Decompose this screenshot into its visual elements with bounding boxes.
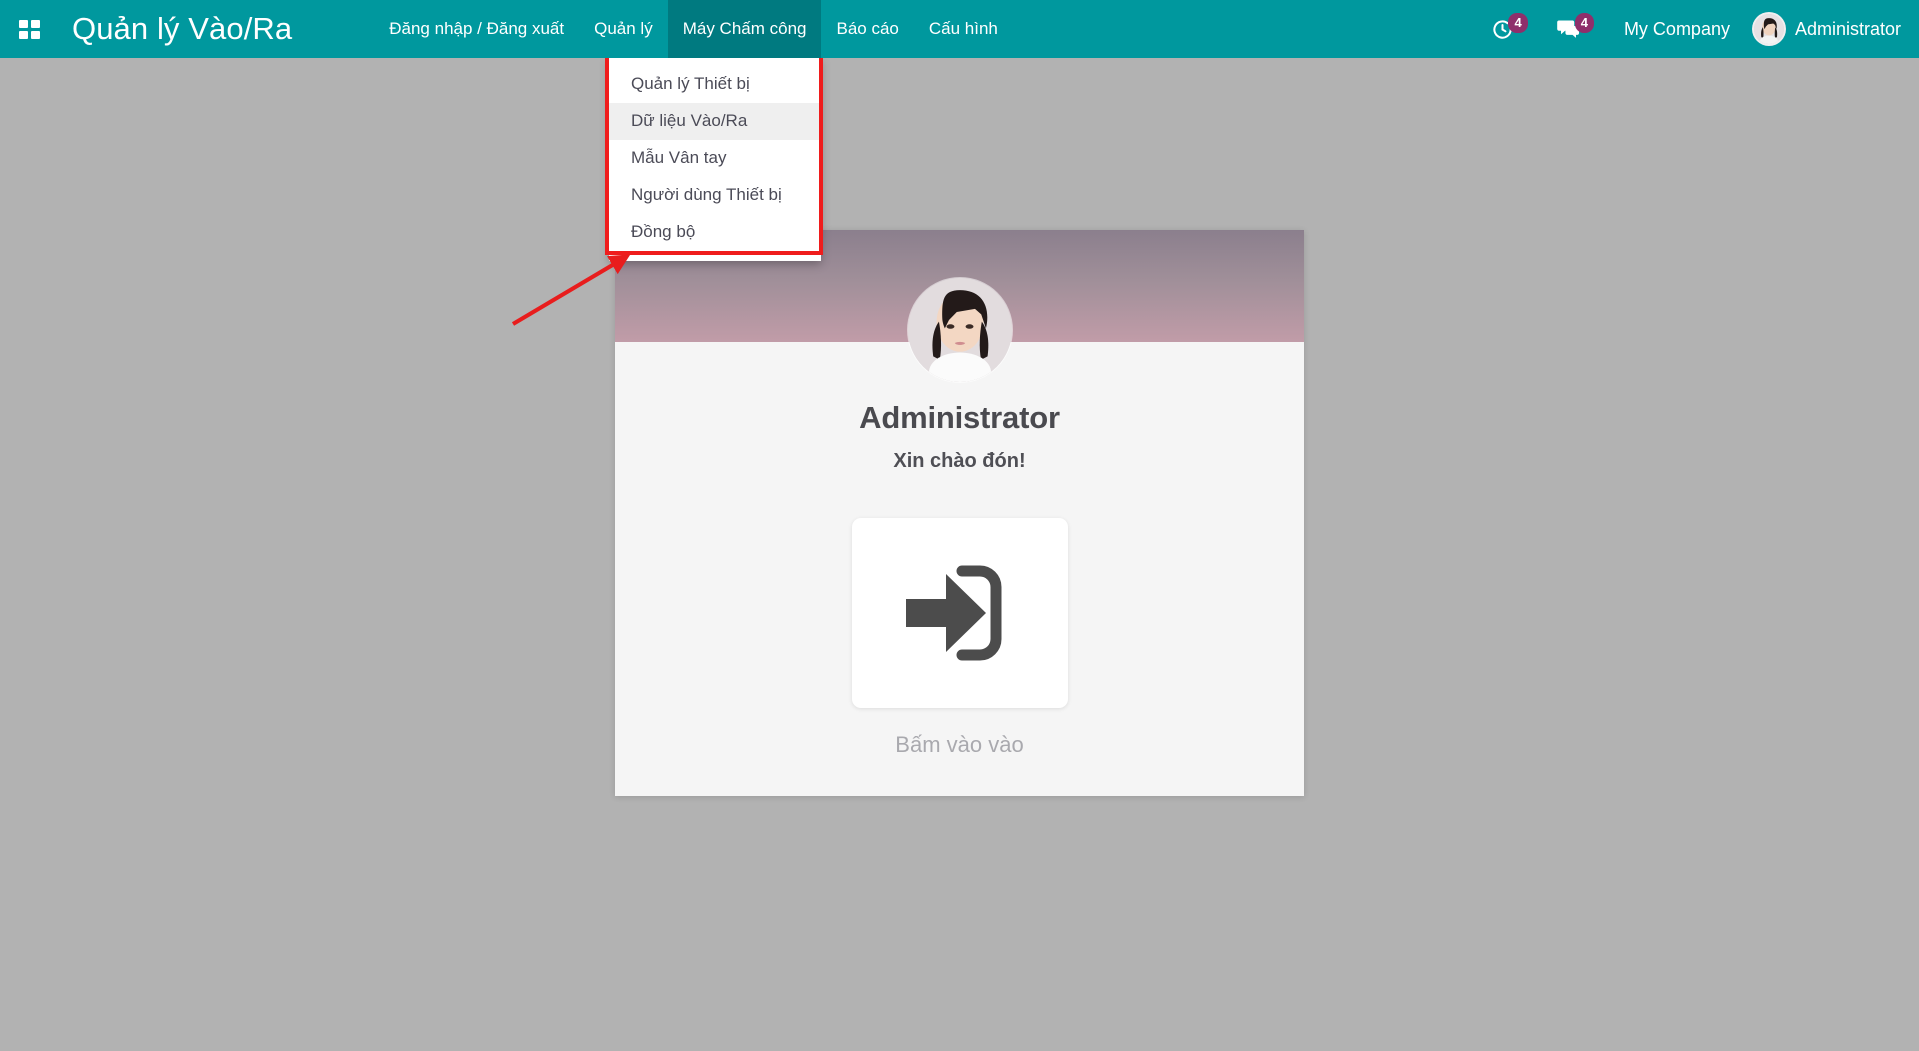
checkin-button[interactable] [851, 518, 1068, 708]
activities-button[interactable]: 4 [1477, 0, 1541, 58]
attendance-welcome-card: Administrator Xin chào đón! Bấm vào vào [615, 230, 1304, 796]
navbar-menu-list: Đăng nhập / Đăng xuất Quản lý Máy Chấm c… [374, 0, 1013, 58]
activities-count-badge: 4 [1508, 13, 1528, 33]
menu-item-management[interactable]: Quản lý [579, 0, 668, 58]
dropdown-item-device-users[interactable]: Người dùng Thiết bị [609, 177, 821, 214]
apps-grid-icon [18, 19, 40, 39]
dropdown-item-device-management[interactable]: Quản lý Thiết bị [609, 66, 821, 103]
apps-menu-button[interactable] [0, 0, 58, 58]
checkin-section: Bấm vào vào [851, 518, 1068, 758]
app-brand-title[interactable]: Quản lý Vào/Ra [58, 0, 332, 58]
card-body: Administrator Xin chào đón! Bấm vào vào [615, 342, 1304, 758]
user-photo-avatar [907, 278, 1012, 382]
top-navbar: Quản lý Vào/Ra Đăng nhập / Đăng xuất Quả… [0, 0, 1919, 58]
dropdown-item-fingerprint-template[interactable]: Mẫu Vân tay [609, 140, 821, 177]
dropdown-item-sync[interactable]: Đồng bộ [609, 214, 821, 251]
user-menu[interactable]: Administrator [1746, 0, 1919, 58]
dropdown-item-inout-data[interactable]: Dữ liệu Vào/Ra [609, 103, 821, 140]
attendance-device-dropdown: Quản lý Thiết bị Dữ liệu Vào/Ra Mẫu Vân … [609, 58, 821, 261]
checkin-label: Bấm vào vào [895, 732, 1024, 757]
messages-count-badge: 4 [1574, 13, 1594, 33]
menu-item-login-logout[interactable]: Đăng nhập / Đăng xuất [374, 0, 579, 58]
menu-item-configuration[interactable]: Cấu hình [914, 0, 1013, 58]
page-title: Administrator [859, 400, 1060, 435]
company-switcher[interactable]: My Company [1608, 0, 1746, 58]
app-screen: Quản lý Vào/Ra Đăng nhập / Đăng xuất Quả… [0, 0, 1919, 1051]
navbar-right-group: 4 4 My Company Administrator [1477, 0, 1919, 58]
menu-item-attendance-device[interactable]: Máy Chấm công [667, 0, 822, 58]
sign-in-arrow-icon [905, 561, 1014, 665]
menu-item-reports[interactable]: Báo cáo [821, 0, 913, 58]
user-name-label: Administrator [1794, 18, 1901, 39]
welcome-message: Xin chào đón! [893, 450, 1026, 472]
user-avatar-icon [1751, 12, 1786, 46]
messages-button[interactable]: 4 [1542, 0, 1608, 58]
